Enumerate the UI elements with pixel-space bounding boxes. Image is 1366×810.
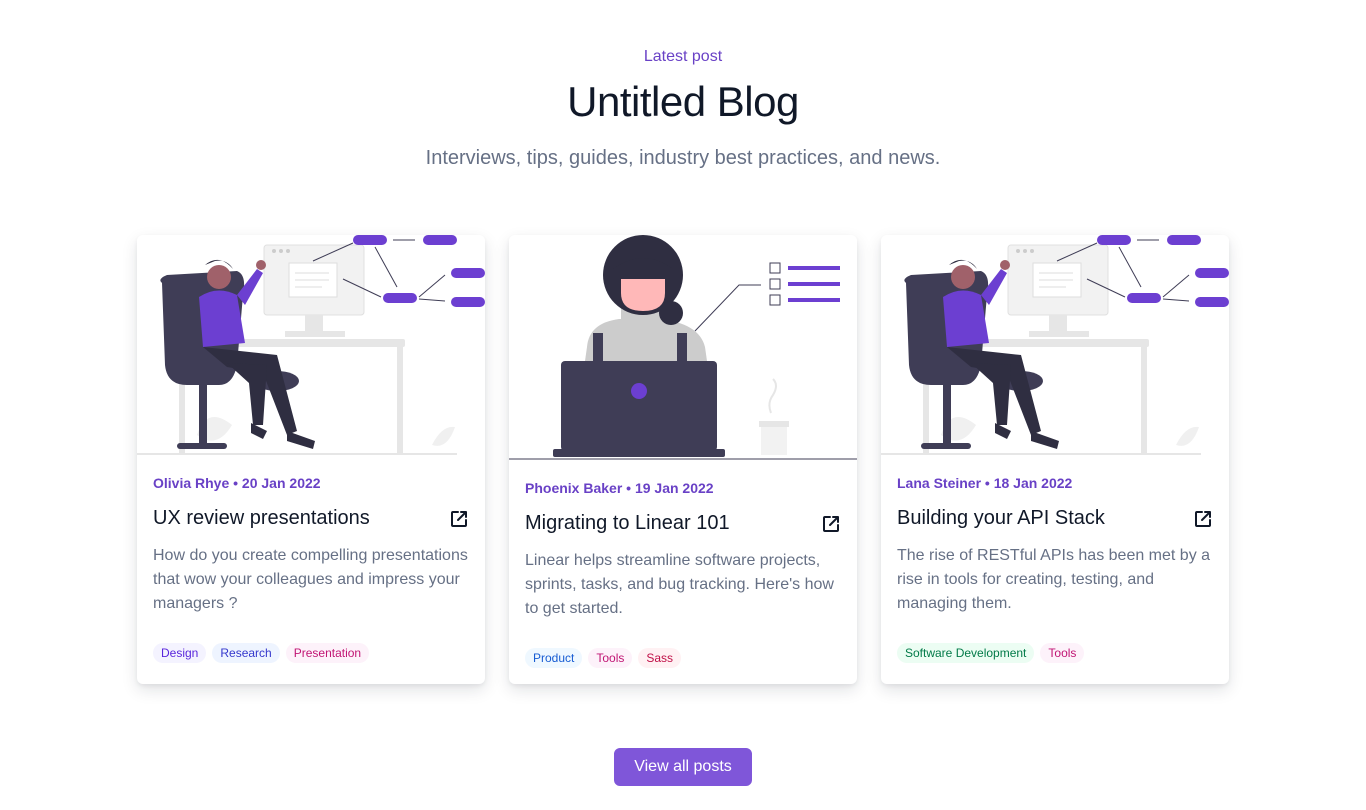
post-excerpt: The rise of RESTful APIs has been met by… [897,547,1211,612]
tag-tools[interactable]: Tools [1040,643,1085,663]
post-card-api-stack[interactable]: Lana Steiner • 18 Jan 2022 Building your… [881,235,1229,684]
tag-research[interactable]: Research [212,643,280,663]
post-title[interactable]: UX review presentations [153,507,370,530]
tag-product[interactable]: Product [525,648,583,668]
post-title[interactable]: Building your API Stack [897,507,1105,530]
tag-sass[interactable]: Sass [638,648,682,668]
woman-with-laptop-illustration [509,235,857,461]
person-at-desk-illustration [137,235,485,457]
tag-presentation[interactable]: Presentation [285,643,370,663]
tag-software-development[interactable]: Software Development [897,643,1035,663]
external-link-icon[interactable] [1193,509,1213,529]
post-card-linear[interactable]: Phoenix Baker • 19 Jan 2022 Migrating to… [509,235,857,684]
external-link-icon[interactable] [449,509,469,529]
eyebrow-label: Latest post [643,48,723,65]
tag-list: Software Development Tools [897,643,1085,663]
post-meta: Phoenix Baker • 19 Jan 2022 [525,480,714,496]
view-all-posts-button[interactable]: View all posts [614,748,752,786]
external-link-icon[interactable] [821,514,841,534]
post-card-ux-review[interactable]: Olivia Rhye • 20 Jan 2022 UX review pres… [137,235,485,684]
page-title: Untitled Blog [567,78,799,125]
tag-tools[interactable]: Tools [588,648,633,668]
post-meta: Lana Steiner • 18 Jan 2022 [897,475,1073,491]
post-meta: Olivia Rhye • 20 Jan 2022 [153,475,321,491]
post-title[interactable]: Migrating to Linear 101 [525,512,730,535]
post-excerpt: How do you create compelling presentatio… [153,547,468,612]
page-subtitle: Interviews, tips, guides, industry best … [425,147,941,169]
tag-list: Product Tools Sass [525,648,682,668]
tag-design[interactable]: Design [153,643,207,663]
tag-list: Design Research Presentation [153,643,370,663]
person-at-desk-illustration [881,235,1229,457]
post-excerpt: Linear helps streamline software project… [525,552,834,617]
